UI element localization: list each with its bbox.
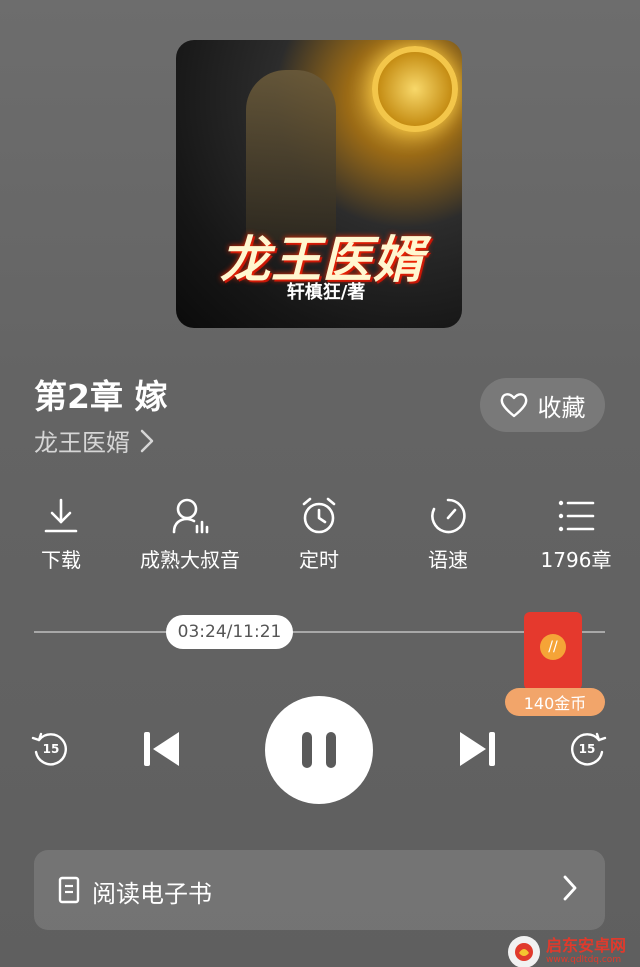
rewind-15-button[interactable]: 15 [30, 728, 70, 768]
timer-label: 定时 [299, 548, 339, 572]
pause-bar-left [302, 732, 312, 768]
progress-track[interactable] [34, 631, 605, 633]
favorite-label: 收藏 [537, 393, 586, 422]
forward-15-button[interactable]: 15 [568, 728, 608, 768]
pause-bar-right [326, 732, 336, 768]
skip-next-icon [460, 732, 495, 766]
list-icon [558, 500, 595, 532]
previous-button[interactable] [141, 728, 181, 770]
read-ebook-bar[interactable]: 阅读电子书 [34, 850, 605, 930]
ebook-icon [58, 876, 80, 904]
chapter-count-label: 1796章 [540, 548, 612, 572]
voice-label: 成熟大叔音 [140, 548, 240, 572]
forward-seconds: 15 [579, 742, 596, 756]
forward-15-icon: 15 [571, 732, 607, 766]
read-ebook-label: 阅读电子书 [92, 880, 212, 908]
watermark: 启东安卓网 www.qdltdq.com [508, 935, 640, 967]
download-icon [44, 498, 78, 533]
favorite-button[interactable]: 收藏 [480, 378, 605, 432]
cover-coin-art [372, 46, 458, 132]
progress-thumb-time[interactable]: 03:24/11:21 [166, 615, 293, 649]
book-name: 龙王医婿 [34, 429, 130, 457]
speed-label: 语速 [428, 548, 468, 572]
watermark-logo [508, 935, 540, 967]
speed-icon [431, 498, 466, 534]
voice-icon [172, 498, 209, 534]
timer-button[interactable]: 定时 [289, 496, 349, 573]
cover-author: 轩槙狂/著 [286, 282, 366, 303]
chapter-list-button[interactable]: 1796章 [536, 496, 616, 573]
chevron-right-icon [140, 429, 154, 452]
skip-previous-icon [144, 732, 179, 766]
voice-button[interactable]: 成熟大叔音 [133, 496, 247, 573]
pause-button[interactable] [265, 696, 373, 804]
cover-figure-art [246, 70, 336, 240]
coin-icon: // [540, 634, 566, 660]
watermark-main: 启东安卓网 [546, 936, 627, 955]
book-link[interactable]: 龙王医婿 [34, 423, 154, 458]
heart-icon [500, 393, 527, 418]
chevron-right-icon [563, 875, 577, 901]
action-row: 下载 成熟大叔音 定时 语速 1796章 [0, 496, 640, 576]
coins-badge[interactable]: 140金币 [505, 688, 605, 716]
download-label: 下载 [41, 548, 81, 572]
watermark-sub: www.qdltdq.com [546, 955, 622, 965]
rewind-15-icon: 15 [31, 732, 67, 766]
red-packet-reward[interactable]: // [524, 612, 582, 690]
album-cover[interactable]: 龙王医婿 轩槙狂/著 [176, 40, 462, 328]
next-button[interactable] [458, 728, 498, 770]
alarm-icon [302, 497, 336, 534]
rewind-seconds: 15 [43, 742, 60, 756]
speed-button[interactable]: 语速 [418, 496, 478, 573]
chapter-title: 第2章 嫁 [34, 377, 168, 416]
download-button[interactable]: 下载 [30, 496, 92, 573]
